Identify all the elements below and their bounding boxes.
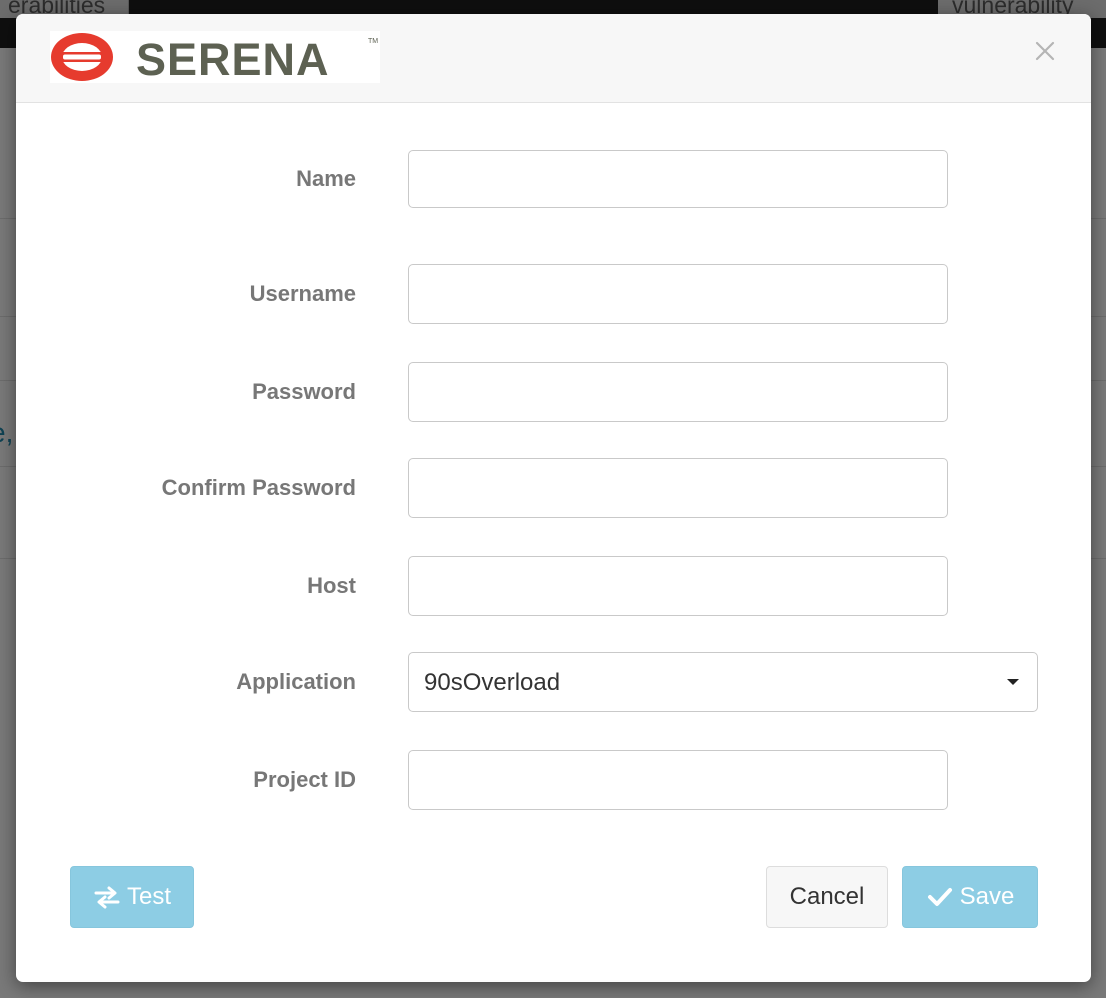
- application-select[interactable]: 90sOverload: [408, 652, 1038, 712]
- application-row: Application 90sOverload: [16, 652, 1091, 714]
- username-row: Username: [16, 264, 1091, 326]
- username-input[interactable]: [408, 264, 948, 324]
- caret-down-icon: [1007, 679, 1019, 685]
- test-button-label: Test: [126, 883, 171, 910]
- password-label: Password: [252, 379, 356, 404]
- cancel-button[interactable]: Cancel: [766, 866, 888, 928]
- dialog-header: SERENA TM: [16, 14, 1091, 103]
- integration-dialog: SERENA TM Name Username Password Confirm…: [16, 14, 1091, 982]
- exchange-arrows-icon: [93, 885, 121, 909]
- test-button[interactable]: Test: [70, 866, 194, 928]
- checkmark-icon: [926, 885, 954, 909]
- host-input[interactable]: [408, 556, 948, 616]
- application-selected-value: 90sOverload: [424, 669, 561, 696]
- host-label: Host: [307, 573, 356, 598]
- logo-trademark: TM: [368, 38, 378, 45]
- project-id-label: Project ID: [253, 767, 356, 792]
- name-input[interactable]: [408, 150, 948, 208]
- name-row: Name: [16, 150, 1091, 212]
- host-row: Host: [16, 556, 1091, 618]
- close-icon[interactable]: [1032, 38, 1058, 64]
- cancel-button-label: Cancel: [789, 883, 865, 910]
- confirm-password-input[interactable]: [408, 458, 948, 518]
- password-input[interactable]: [408, 362, 948, 422]
- confirm-password-label: Confirm Password: [161, 475, 356, 500]
- password-row: Password: [16, 362, 1091, 424]
- project-id-row: Project ID: [16, 750, 1091, 812]
- project-id-input[interactable]: [408, 750, 948, 810]
- name-label: Name: [296, 166, 356, 191]
- save-button-label: Save: [959, 883, 1015, 910]
- serena-logo: SERENA TM: [50, 31, 380, 83]
- save-button[interactable]: Save: [902, 866, 1038, 928]
- confirm-password-row: Confirm Password: [16, 458, 1091, 520]
- username-label: Username: [249, 281, 356, 306]
- logo-wordmark: SERENA: [136, 34, 330, 83]
- application-label: Application: [236, 669, 356, 694]
